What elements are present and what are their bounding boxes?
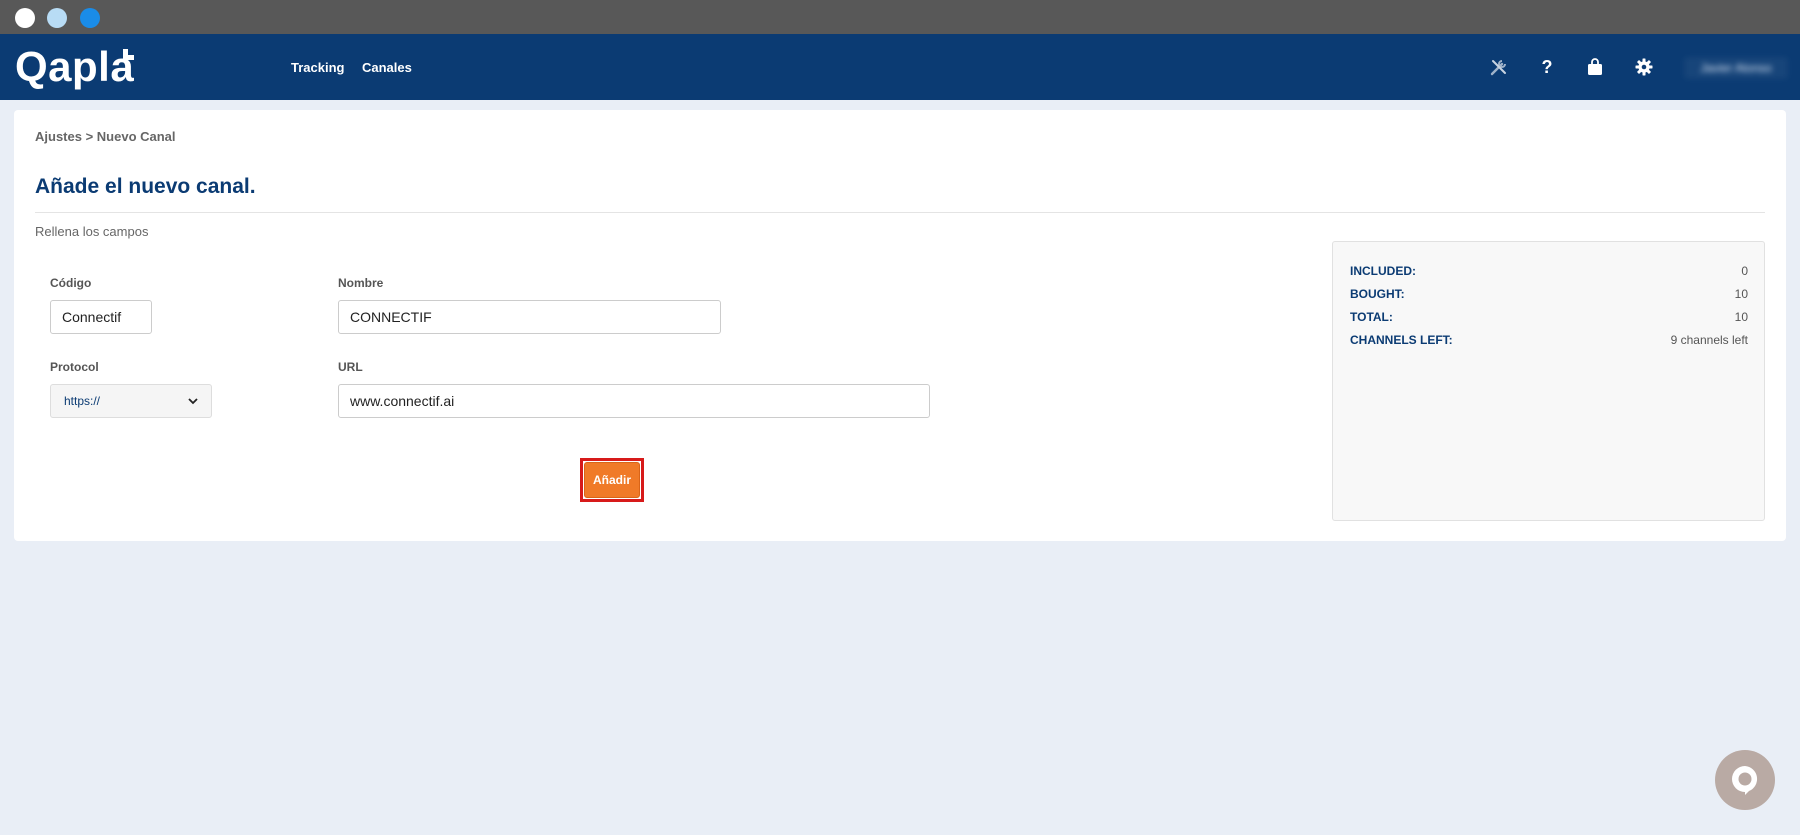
qapla-logo[interactable]: Qapla xyxy=(15,45,134,89)
nav-canales[interactable]: Canales xyxy=(362,60,412,75)
gear-icon[interactable] xyxy=(1632,55,1656,79)
stat-total-value: 10 xyxy=(1734,310,1748,324)
stat-bought: BOUGHT: 10 xyxy=(1350,287,1748,305)
nombre-input[interactable] xyxy=(338,300,721,334)
chat-launcher-button[interactable] xyxy=(1715,750,1775,810)
url-input[interactable] xyxy=(338,384,930,418)
stat-bought-value: 10 xyxy=(1734,287,1748,301)
stat-channels-left: CHANNELS LEFT: 9 channels left xyxy=(1350,333,1748,351)
page-title: Añade el nuevo canal. xyxy=(35,175,256,198)
tools-icon[interactable] xyxy=(1487,55,1511,79)
url-label: URL xyxy=(338,360,363,374)
chevron-down-icon xyxy=(188,397,198,404)
title-divider xyxy=(35,212,1765,213)
chat-icon xyxy=(1732,766,1758,795)
top-navbar: Qapla Tracking Canales ? Javier Alonso xyxy=(0,34,1800,100)
window-maximize-button[interactable] xyxy=(80,8,100,28)
stat-included-value: 0 xyxy=(1741,264,1748,278)
new-channel-card: Ajustes > Nuevo Canal Añade el nuevo can… xyxy=(14,110,1786,541)
window-minimize-button[interactable] xyxy=(47,8,67,28)
nombre-label: Nombre xyxy=(338,276,384,290)
add-button[interactable]: Añadir xyxy=(584,462,640,498)
window-close-button[interactable] xyxy=(15,8,35,28)
shopping-bag-icon[interactable] xyxy=(1583,55,1607,79)
page-subtitle: Rellena los campos xyxy=(35,224,149,239)
stat-total-label: TOTAL: xyxy=(1350,310,1393,324)
protocol-label: Protocol xyxy=(50,360,99,374)
codigo-input[interactable] xyxy=(50,300,152,334)
logo-mark-icon xyxy=(123,49,134,60)
nav-tracking[interactable]: Tracking xyxy=(291,60,344,75)
help-icon[interactable]: ? xyxy=(1535,55,1559,79)
codigo-label: Código xyxy=(50,276,92,290)
stat-channels-left-label: CHANNELS LEFT: xyxy=(1350,333,1453,347)
user-menu[interactable]: Javier Alonso xyxy=(1684,57,1788,79)
stat-total: TOTAL: 10 xyxy=(1350,310,1748,328)
stat-channels-left-value: 9 channels left xyxy=(1670,333,1748,347)
protocol-selected-value: https:// xyxy=(64,394,101,408)
stat-included: INCLUDED: 0 xyxy=(1350,264,1748,282)
stat-bought-label: BOUGHT: xyxy=(1350,287,1405,301)
channel-stats-panel: INCLUDED: 0 BOUGHT: 10 TOTAL: 10 CHANNEL… xyxy=(1332,241,1765,521)
window-titlebar xyxy=(0,0,1800,34)
stat-included-label: INCLUDED: xyxy=(1350,264,1416,278)
protocol-select[interactable]: https:// xyxy=(50,384,212,418)
breadcrumb: Ajustes > Nuevo Canal xyxy=(35,129,176,144)
